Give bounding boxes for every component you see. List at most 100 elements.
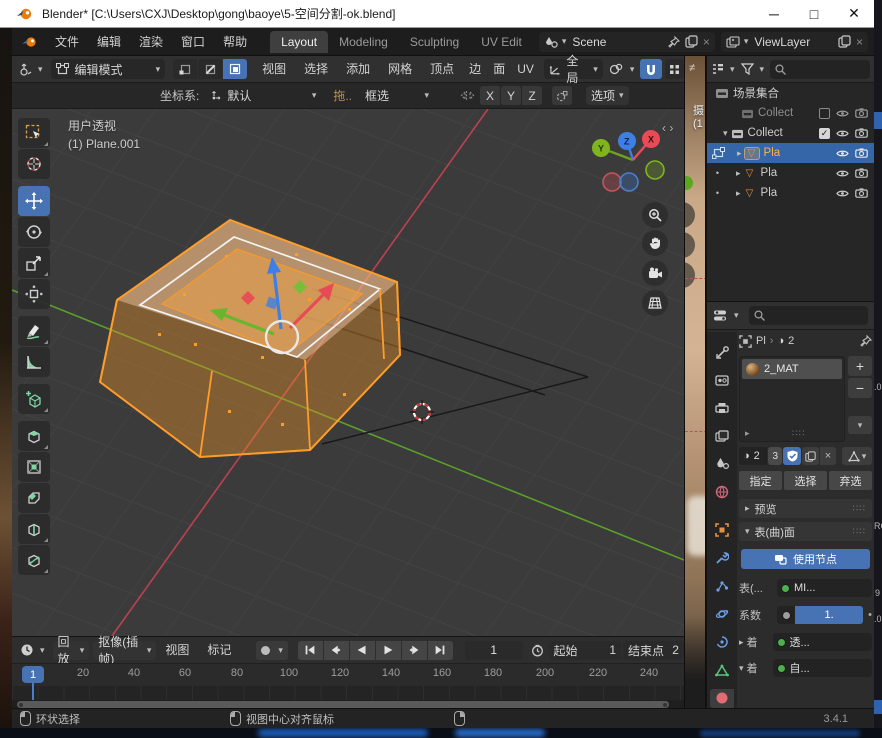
select-mode-edge-button[interactable] <box>198 59 222 79</box>
keying-set-caret[interactable]: ▾ <box>278 645 283 656</box>
hide-eye-icon[interactable] <box>836 149 849 158</box>
menu-render[interactable]: 渲染 <box>130 29 172 55</box>
tool-move[interactable] <box>18 186 50 216</box>
expand-caret[interactable]: ▸ <box>736 168 741 179</box>
scene-name[interactable]: Scene <box>572 35 606 49</box>
menu-edge[interactable]: 边 <box>463 56 487 82</box>
current-frame-badge[interactable]: 1 <box>22 666 44 683</box>
factor-value-slider[interactable]: 1. <box>795 606 863 624</box>
outliner-row-plane-active[interactable]: ▸ ▽ Pla <box>707 143 874 163</box>
mirror-x-toggle[interactable]: X <box>480 86 500 105</box>
collection-checkbox-off[interactable] <box>819 108 830 119</box>
tool-knife[interactable] <box>18 545 50 575</box>
tab-scene[interactable] <box>710 454 734 473</box>
outliner-filter-button[interactable]: ▾ <box>741 63 765 75</box>
select-method-dropdown[interactable]: 框选 ▾ <box>360 86 434 105</box>
tab-tool[interactable] <box>710 342 734 361</box>
unlink-scene-icon[interactable]: × <box>703 35 710 49</box>
menu-add[interactable]: 添加 <box>337 56 379 82</box>
timeline-scrollbar[interactable] <box>17 701 669 708</box>
timeline-menu-markers[interactable]: 标记 <box>198 637 240 663</box>
select-mode-face-button[interactable] <box>223 59 247 79</box>
coord-system-dropdown[interactable]: 默认 ▾ <box>205 86 321 105</box>
viewlayer-browse-caret[interactable]: ▾ <box>744 36 749 47</box>
new-scene-icon[interactable] <box>685 35 698 48</box>
tool-scale[interactable] <box>18 248 50 278</box>
auto-key-record-button[interactable] <box>261 646 270 655</box>
region-collapse-arrows[interactable]: ‹ › <box>662 121 673 135</box>
outliner-row-scene-collection[interactable]: 场景集合 <box>707 83 874 103</box>
editor-type-button[interactable]: ▾ <box>17 63 43 76</box>
factor-socket-button[interactable] <box>777 606 795 624</box>
material-specials-button[interactable]: ▾ <box>848 416 872 434</box>
timeline-ruler[interactable]: 1 20 40 60 80 100 120 140 160 180 200 22… <box>12 663 684 686</box>
expand-caret[interactable]: ▸ <box>736 188 741 199</box>
properties-editor-type-button[interactable]: ▾ <box>713 309 739 322</box>
hide-eye-icon[interactable] <box>836 129 849 138</box>
maximize-button[interactable]: □ <box>794 6 834 22</box>
viewlayer-icon[interactable] <box>726 36 740 48</box>
workspace-tab-modeling[interactable]: Modeling <box>328 31 399 53</box>
slot-list-grip[interactable]: ∷∷ <box>792 428 805 439</box>
mirror-y-toggle[interactable]: Y <box>501 86 521 105</box>
viewlayer-name[interactable]: ViewLayer <box>754 35 810 49</box>
panel-grip[interactable]: ∷∷ <box>853 526 866 537</box>
copy-material-button[interactable] <box>802 447 819 465</box>
pin-icon[interactable] <box>860 335 872 347</box>
toggle-ortho-button[interactable] <box>642 290 668 316</box>
slot-list-expand[interactable]: ▸ <box>745 428 750 439</box>
expand-caret[interactable]: ▾ <box>739 663 744 674</box>
new-viewlayer-icon[interactable] <box>838 35 851 48</box>
blender-menu-icon[interactable] <box>22 36 38 48</box>
menu-window[interactable]: 窗口 <box>172 29 214 55</box>
hide-eye-icon[interactable] <box>836 109 849 118</box>
minimize-button[interactable]: ─ <box>754 6 794 22</box>
orientation-dropdown[interactable]: 全局 ▾ <box>544 59 603 79</box>
snap-magnet-button[interactable] <box>640 59 661 79</box>
tab-output[interactable] <box>710 398 734 417</box>
tool-inset-faces[interactable] <box>18 452 50 482</box>
workspace-tab-uvedit[interactable]: UV Edit <box>470 31 533 53</box>
outliner-row-collection[interactable]: ▾ Collect ✓ <box>707 123 874 143</box>
tool-rotate[interactable] <box>18 217 50 247</box>
outliner-row-plane[interactable]: • ▸ ▽ Pla <box>707 163 874 183</box>
pin-icon[interactable] <box>668 36 680 48</box>
render-camera-icon[interactable] <box>855 188 868 198</box>
unlink-material-button[interactable]: × <box>820 447 836 465</box>
tab-object-data[interactable] <box>710 661 734 680</box>
tab-particles[interactable] <box>710 577 734 596</box>
surface-shader-field[interactable]: MI... <box>777 579 872 597</box>
menu-uv[interactable]: UV <box>511 56 540 82</box>
expand-caret[interactable]: ▸ <box>739 637 744 648</box>
workspace-tab-sculpting[interactable]: Sculpting <box>399 31 470 53</box>
preview-panel-header[interactable]: ▸ 预览 ∷∷ <box>739 499 872 518</box>
use-nodes-button[interactable]: 使用节点 <box>741 549 870 569</box>
tab-view-layer[interactable] <box>710 426 734 445</box>
workspace-tab-layout[interactable]: Layout <box>270 31 328 53</box>
zoom-viewport-button[interactable] <box>642 202 668 228</box>
surface-panel-header[interactable]: ▾ 表(曲)面 ∷∷ <box>739 522 872 541</box>
timeline-menu-view[interactable]: 视图 <box>156 637 198 663</box>
hide-eye-icon[interactable] <box>836 189 849 198</box>
camera-strip-area[interactable]: ≠ 摄 (1 <box>684 56 706 708</box>
jump-to-end-button[interactable] <box>428 641 453 660</box>
pan-viewport-button[interactable] <box>642 230 668 256</box>
render-camera-icon[interactable] <box>855 128 868 138</box>
menu-vertex[interactable]: 顶点 <box>421 56 463 82</box>
breadcrumb-material[interactable]: 2 <box>788 335 794 347</box>
play-reverse-button[interactable] <box>350 641 375 660</box>
tab-material[interactable] <box>710 689 734 708</box>
menu-view[interactable]: 视图 <box>253 56 295 82</box>
tab-world[interactable] <box>710 482 734 501</box>
timeline-editor-type-button[interactable]: ▾ <box>20 643 45 657</box>
prev-keyframe-button[interactable] <box>324 641 349 660</box>
render-camera-icon[interactable] <box>855 108 868 118</box>
playback-dropdown[interactable]: 回放▾ <box>53 641 90 660</box>
add-material-slot-button[interactable]: + <box>848 356 872 376</box>
mirror-z-toggle[interactable]: Z <box>522 86 542 105</box>
tab-object[interactable] <box>710 521 734 540</box>
outliner-display-mode-button[interactable]: ▾ <box>711 63 735 75</box>
menu-edit[interactable]: 编辑 <box>88 29 130 55</box>
scene-icon[interactable] <box>544 36 558 48</box>
render-camera-icon[interactable] <box>855 168 868 178</box>
